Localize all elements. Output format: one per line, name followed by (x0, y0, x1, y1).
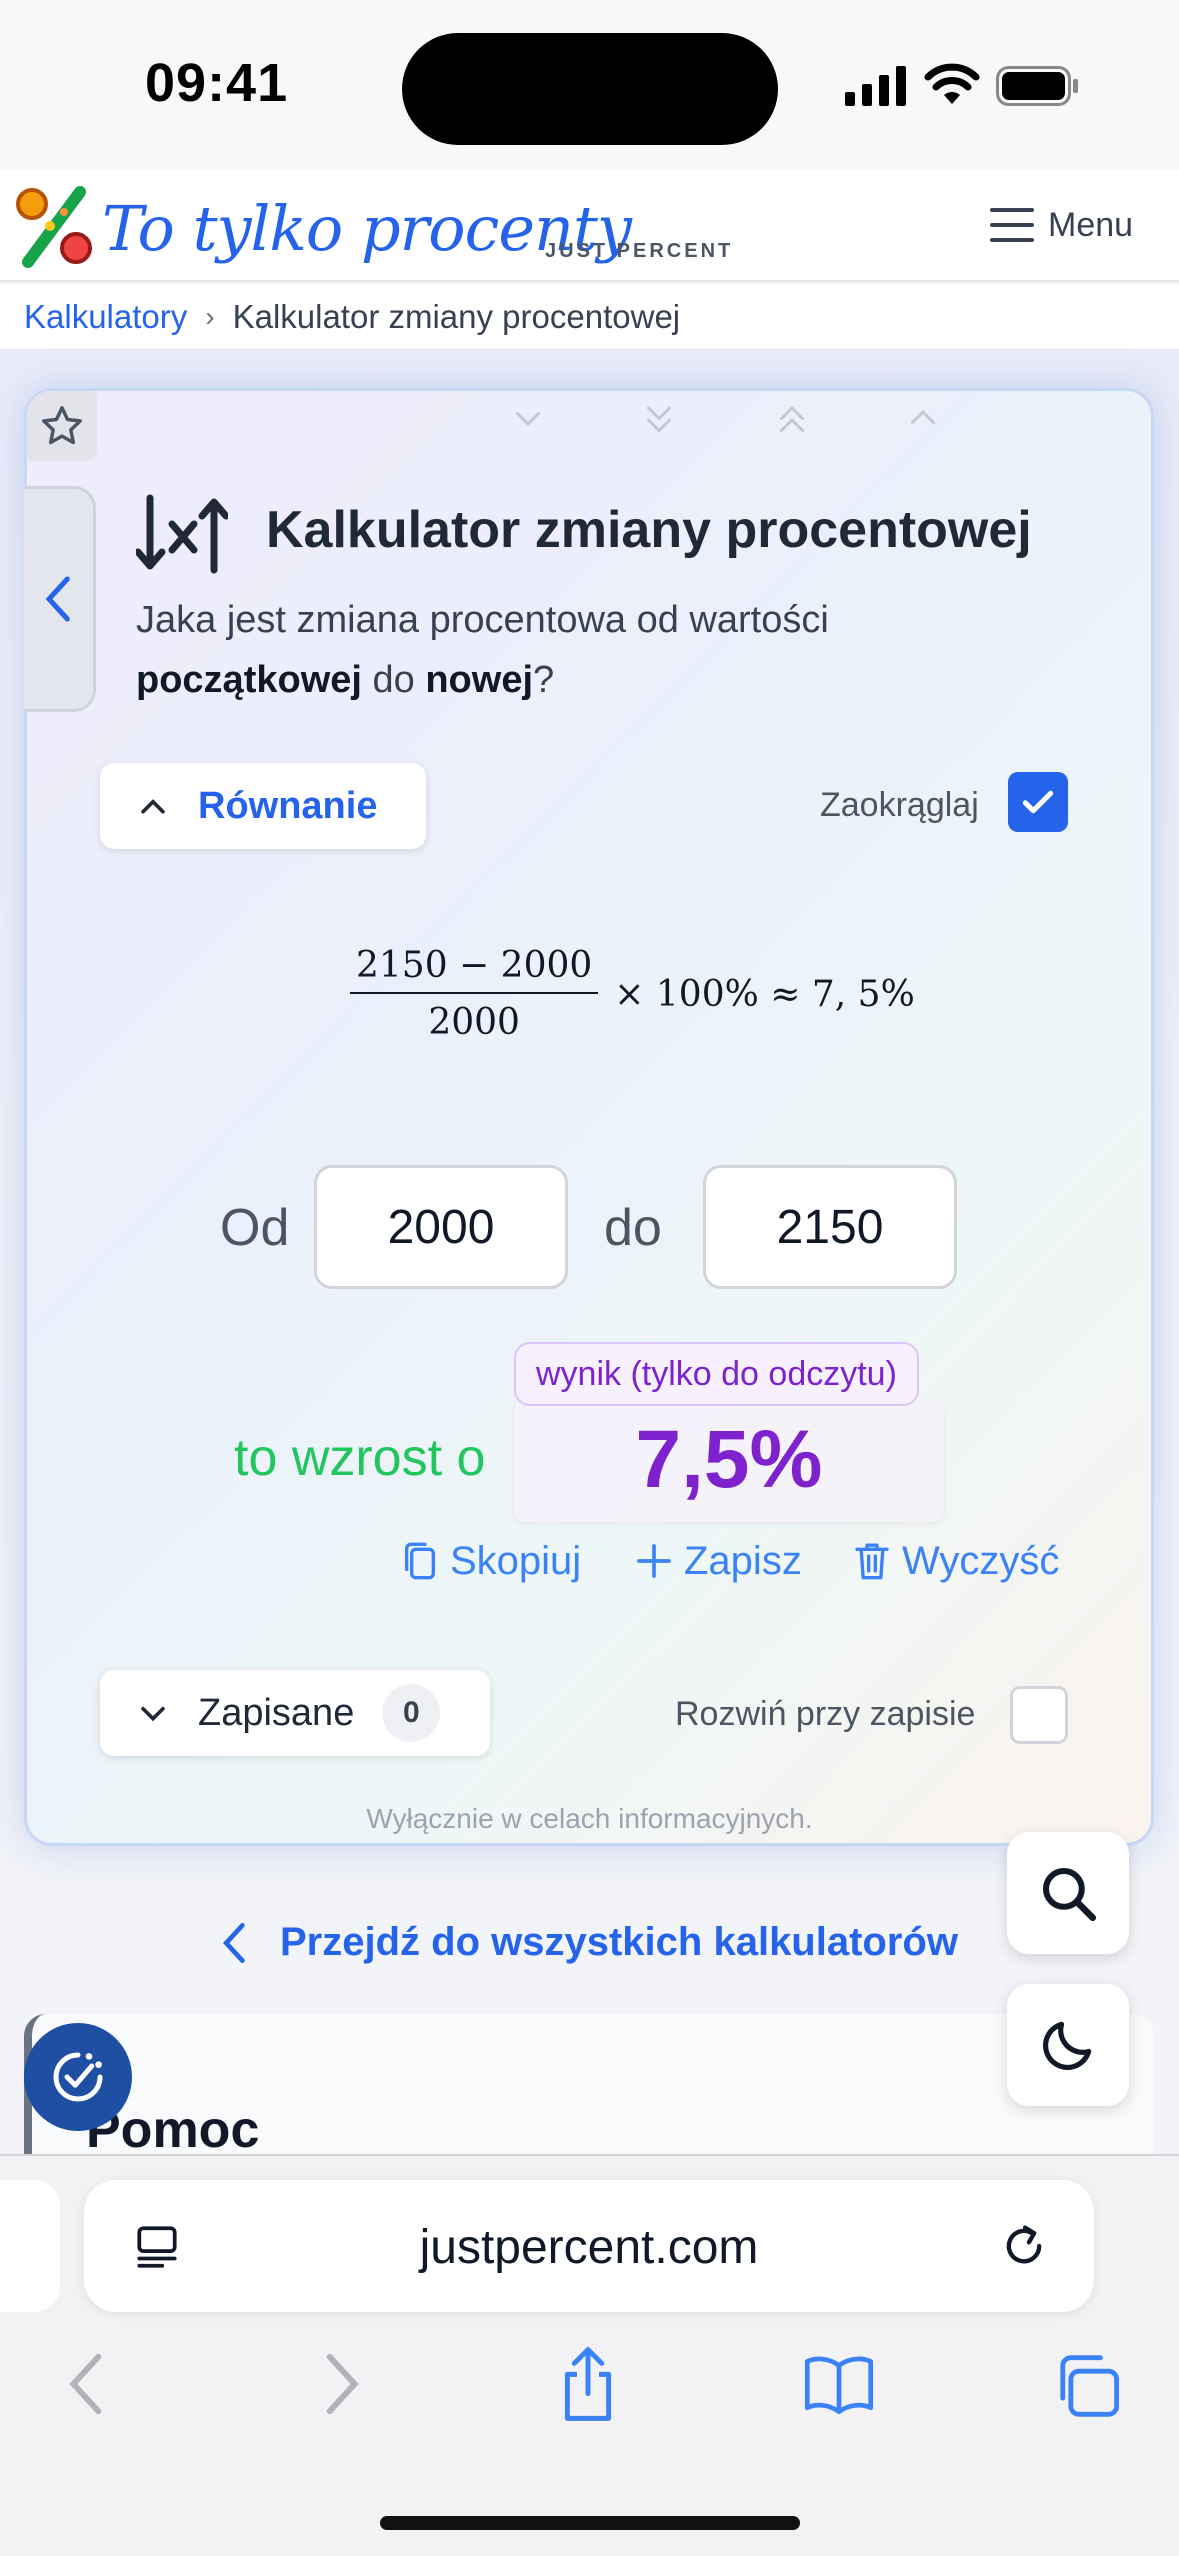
saved-count-badge: 0 (382, 1684, 441, 1742)
chevron-up-icon (141, 799, 165, 814)
description-bold-new: nowej (425, 659, 534, 701)
star-icon (42, 406, 82, 445)
description-text: ? (533, 659, 555, 701)
forward-icon[interactable] (318, 2350, 364, 2418)
chevron-down-icon[interactable] (510, 400, 546, 436)
tabs-icon[interactable] (1052, 2352, 1122, 2420)
hamburger-icon (990, 208, 1034, 242)
battery-icon (996, 66, 1078, 106)
menu-label: Menu (1048, 205, 1134, 244)
clear-button[interactable]: Wyczyść (852, 1535, 1059, 1587)
logo-percent-icon (16, 186, 92, 268)
chevrons-up-icon[interactable] (774, 400, 810, 440)
dynamic-island (402, 33, 778, 145)
checkmark-icon (1022, 790, 1054, 814)
back-icon[interactable] (64, 2350, 110, 2418)
chevron-down-icon (141, 1706, 165, 1722)
previous-tab-preview[interactable] (0, 2180, 60, 2312)
description-bold-initial: początkowej (136, 659, 362, 701)
breadcrumb-current: Kalkulator zmiany procentowej (232, 297, 681, 335)
equation-label: Równanie (198, 784, 378, 827)
save-button[interactable]: Zapisz (634, 1535, 802, 1587)
copy-button[interactable]: Skopiuj (400, 1535, 581, 1587)
search-button[interactable] (1007, 1832, 1129, 1954)
formula-numerator: 2150 − 2000 (350, 945, 599, 994)
dark-mode-button[interactable] (1007, 1984, 1129, 2106)
to-label: do (604, 1199, 662, 1257)
description-text: Jaka jest zmiana procentowa od wartości (136, 599, 829, 641)
round-label: Zaokrąglaj (820, 786, 979, 824)
new-value-input[interactable] (703, 1165, 957, 1289)
expand-on-save-label: Rozwiń przy zapisie (675, 1695, 976, 1733)
calculator-description: Jaka jest zmiana procentowa od wartości … (136, 590, 1036, 710)
calculator-title: Kalkulator zmiany procentowej (266, 501, 1032, 559)
breadcrumb-separator: › (205, 300, 215, 332)
equation-formula: 2150 − 2000 2000 × 100% ≈ 7, 5% (350, 945, 915, 1043)
from-label: Od (220, 1199, 290, 1257)
formula-fraction: 2150 − 2000 2000 (350, 945, 599, 1043)
plus-icon (637, 1544, 671, 1578)
copy-icon (405, 1542, 435, 1580)
breadcrumb-link-calculators[interactable]: Kalkulatory (24, 298, 187, 336)
initial-value-input[interactable] (314, 1165, 568, 1289)
formula-result: × 100% ≈ 7, 5% (614, 973, 915, 1015)
equation-toggle-button[interactable]: Równanie (100, 763, 426, 849)
formula-denominator: 2000 (428, 1002, 520, 1043)
all-calculators-label: Przejdź do wszystkich kalkulatorów (280, 1920, 958, 1964)
logo-subtitle: JUST PERCENT (545, 240, 734, 262)
clear-label: Wyczyść (902, 1538, 1060, 1583)
home-indicator (380, 2516, 800, 2530)
status-time: 09:41 (145, 53, 289, 113)
share-icon[interactable] (555, 2344, 621, 2424)
copy-label: Skopiuj (450, 1538, 582, 1583)
breadcrumb: Kalkulatory › Kalkulator zmiany procento… (0, 284, 1179, 350)
result-prefix: to wzrost o (234, 1429, 486, 1487)
accessibility-icon (53, 2052, 103, 2102)
bookmarks-icon[interactable] (802, 2352, 876, 2416)
trash-icon (855, 1543, 889, 1580)
chevrons-down-icon[interactable] (641, 400, 677, 440)
reload-icon[interactable] (998, 2220, 1050, 2272)
chevron-left-icon (223, 1922, 245, 1963)
percent-change-icon (136, 494, 228, 574)
wifi-icon (924, 63, 980, 104)
url-text[interactable]: justpercent.com (84, 2220, 1094, 2275)
disclaimer: Wyłącznie w celach informacyjnych. (366, 1803, 813, 1834)
description-text: do (361, 659, 426, 701)
expand-on-save-checkbox[interactable] (1010, 1686, 1068, 1744)
result-readonly-badge: wynik (tylko do odczytu) (514, 1342, 919, 1406)
chevron-up-icon[interactable] (905, 400, 941, 436)
accessibility-button[interactable] (24, 2023, 132, 2131)
moon-icon (1043, 2021, 1092, 2070)
round-checkbox[interactable] (1008, 772, 1068, 832)
cellular-signal-icon (845, 66, 906, 106)
previous-calculator-tab[interactable] (24, 486, 96, 712)
result-output[interactable]: 7,5% (514, 1398, 944, 1522)
all-calculators-link[interactable]: Przejdź do wszystkich kalkulatorów (220, 1920, 958, 1965)
saved-toggle-button[interactable]: Zapisane 0 (100, 1670, 490, 1756)
search-icon (1042, 1867, 1097, 1922)
result-value: 7,5% (635, 1414, 823, 1505)
save-label: Zapisz (684, 1538, 802, 1583)
favorite-button[interactable] (27, 391, 97, 461)
menu-button[interactable]: Menu (990, 200, 1133, 250)
chevron-left-icon (45, 576, 70, 622)
saved-label: Zapisane (198, 1691, 355, 1734)
